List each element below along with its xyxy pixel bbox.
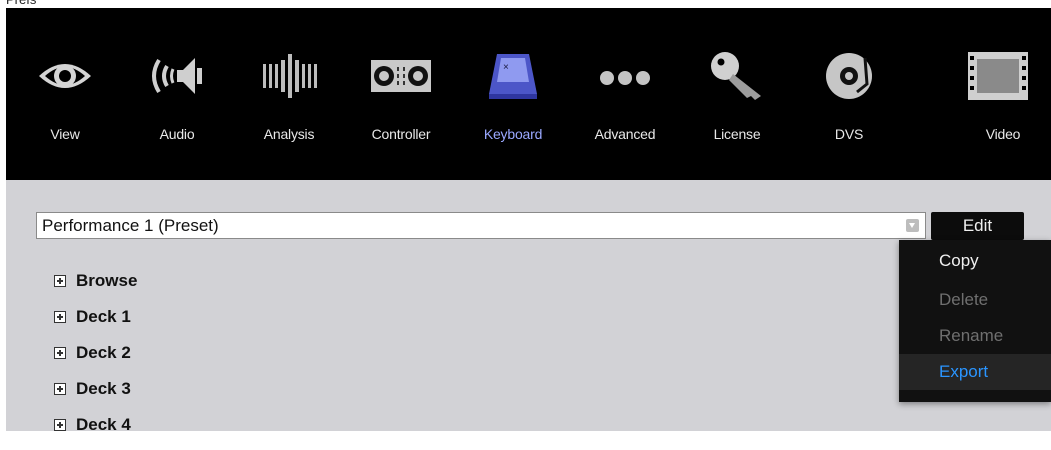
- expand-icon[interactable]: [54, 347, 66, 359]
- edit-dropdown-menu: Copy Delete Rename Export: [899, 240, 1051, 402]
- dots-icon: [600, 71, 650, 85]
- speaker-icon: [152, 58, 202, 94]
- menu-item-export[interactable]: Export: [899, 354, 1051, 390]
- tab-video-label: Video: [985, 126, 1021, 142]
- svg-text:×: ×: [503, 62, 509, 73]
- menu-item-delete[interactable]: Delete: [899, 282, 1051, 318]
- expand-icon[interactable]: [54, 275, 66, 287]
- preset-dropdown[interactable]: Performance 1 (Preset): [36, 212, 926, 239]
- tab-controller-label: Controller: [371, 126, 431, 142]
- bars-icon: [263, 54, 317, 98]
- tree-item-browse[interactable]: Browse: [54, 270, 137, 306]
- tree-item-label: Deck 2: [76, 343, 131, 362]
- filmstrip-icon: [968, 52, 1028, 100]
- tab-dvs[interactable]: DVS: [801, 38, 897, 158]
- tab-audio[interactable]: Audio: [129, 38, 225, 158]
- chevron-down-icon[interactable]: [906, 219, 919, 232]
- tab-license[interactable]: License: [689, 38, 785, 158]
- preset-dropdown-value: Performance 1 (Preset): [42, 216, 219, 235]
- keyboard-settings-panel: Performance 1 (Preset) Edit Browse Deck …: [6, 180, 1051, 434]
- menu-item-rename[interactable]: Rename: [899, 318, 1051, 354]
- tab-view[interactable]: View: [17, 38, 113, 158]
- tree-item-deck-4[interactable]: Deck 4: [54, 414, 137, 450]
- tree-item-deck-1[interactable]: Deck 1: [54, 306, 137, 342]
- tab-dvs-label: DVS: [834, 126, 864, 142]
- tab-keyboard-label: Keyboard: [483, 126, 543, 142]
- preferences-toolbar: View Audio Analysis Controller × Keyboar…: [6, 8, 1051, 180]
- turntable-icon: [826, 53, 872, 99]
- tree-item-deck-2[interactable]: Deck 2: [54, 342, 137, 378]
- keyboard-key-icon: ×: [489, 54, 537, 99]
- tree-item-label: Deck 4: [76, 415, 131, 434]
- tree-item-label: Deck 1: [76, 307, 131, 326]
- menu-item-copy[interactable]: Copy: [899, 240, 1051, 282]
- tab-keyboard[interactable]: × Keyboard: [465, 38, 561, 158]
- controller-icon: [371, 60, 431, 92]
- tab-audio-label: Audio: [159, 126, 195, 142]
- eye-icon: [39, 64, 91, 88]
- tab-controller[interactable]: Controller: [353, 38, 449, 158]
- tab-view-label: View: [50, 126, 80, 142]
- expand-icon[interactable]: [54, 419, 66, 431]
- expand-icon[interactable]: [54, 383, 66, 395]
- tab-analysis[interactable]: Analysis: [241, 38, 337, 158]
- tree-item-label: Deck 3: [76, 379, 131, 398]
- tab-advanced-label: Advanced: [594, 126, 656, 142]
- tree-item-label: Browse: [76, 271, 138, 290]
- expand-icon[interactable]: [54, 311, 66, 323]
- edit-button[interactable]: Edit: [931, 212, 1024, 240]
- tab-advanced[interactable]: Advanced: [577, 38, 673, 158]
- key-icon: [711, 52, 761, 100]
- tab-license-label: License: [713, 126, 761, 142]
- tab-video[interactable]: Video: [913, 38, 1043, 158]
- tab-analysis-label: Analysis: [263, 126, 315, 142]
- tree-item-deck-3[interactable]: Deck 3: [54, 378, 137, 414]
- shortcut-tree: Browse Deck 1 Deck 2 Deck 3 Deck 4: [54, 270, 137, 450]
